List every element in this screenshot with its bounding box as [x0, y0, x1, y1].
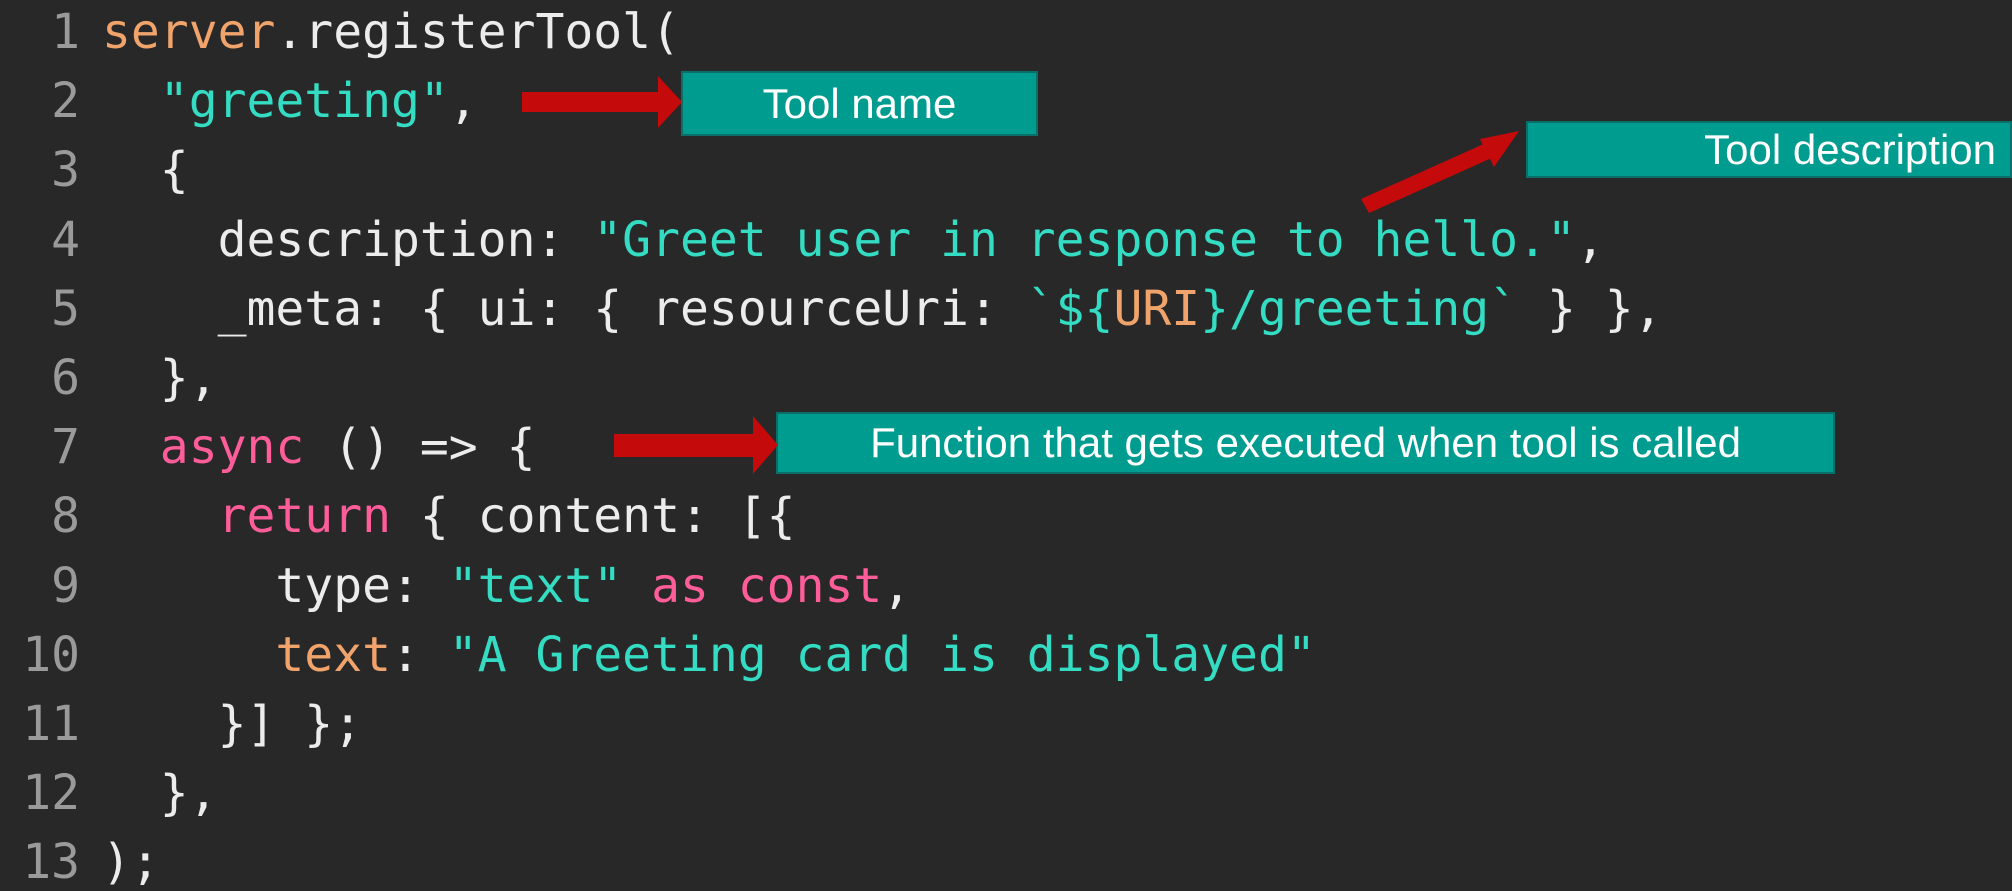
- code-token: },: [102, 765, 218, 822]
- code-token: },: [102, 350, 218, 406]
- code-text: async () => {: [102, 413, 536, 482]
- code-text: _meta: { ui: { resourceUri: `${URI}/gree…: [102, 275, 1663, 344]
- line-number: 10: [22, 626, 80, 683]
- line-number: 13: [22, 834, 80, 891]
- line-number: 9: [51, 557, 80, 614]
- function-callout: Function that gets executed when tool is…: [776, 412, 1835, 474]
- code-token: } },: [1518, 280, 1663, 337]
- code-token: {: [102, 142, 189, 199]
- line-number: 8: [51, 488, 80, 545]
- code-text: );: [102, 828, 160, 891]
- line-number: 1: [51, 4, 80, 60]
- code-token: server: [102, 4, 276, 60]
- code-text: description: "Greet user in response to …: [102, 206, 1605, 275]
- line-number: 3: [51, 142, 80, 199]
- code-token: description:: [102, 211, 594, 268]
- code-token: URI: [1113, 280, 1201, 337]
- code-token: "A Greeting card is displayed": [448, 626, 1316, 683]
- code-token: async: [159, 419, 305, 476]
- code-text: server.registerTool(: [102, 0, 680, 67]
- code-token: { content: [{: [390, 488, 796, 545]
- code-text: }] };: [102, 690, 363, 759]
- tool-description-callout-label: Tool description: [1704, 125, 1996, 173]
- code-token: "text": [448, 557, 623, 614]
- tool-name-callout-label: Tool name: [762, 79, 957, 127]
- code-token: :: [390, 626, 449, 683]
- tool-name-callout: Tool name: [681, 71, 1038, 136]
- code-token: () => {: [304, 419, 536, 476]
- line-number: 6: [51, 350, 80, 406]
- code-token: );: [102, 834, 160, 891]
- line-number: 11: [22, 696, 80, 752]
- line-number: 4: [51, 211, 80, 268]
- code-token: ,: [882, 557, 912, 614]
- code-text: },: [102, 344, 218, 413]
- code-token: text: [275, 626, 391, 683]
- tool-description-callout: Tool description: [1526, 121, 2012, 178]
- code-token: ,: [448, 73, 478, 130]
- code-text: },: [102, 759, 218, 828]
- code-token: "Greet user in response to hello.": [593, 211, 1576, 268]
- code-token: }/greeting`: [1200, 280, 1519, 337]
- function-callout-label: Function that gets executed when tool is…: [870, 419, 1741, 466]
- line-number: 12: [22, 765, 80, 822]
- code-text: {: [102, 136, 189, 205]
- code-text: type: "text" as const,: [102, 552, 911, 621]
- code-text: text: "A Greeting card is displayed": [102, 621, 1316, 690]
- code-token: .registerTool(: [275, 4, 680, 60]
- line-number: 2: [51, 73, 80, 130]
- code-token: `${: [1026, 280, 1114, 337]
- code-token: as const: [651, 557, 883, 614]
- code-token: _meta: { ui: { resourceUri:: [102, 280, 1027, 337]
- code-token: type:: [102, 557, 449, 614]
- line-number: 7: [51, 419, 80, 476]
- line-number: 5: [51, 280, 80, 337]
- code-token: ,: [1575, 211, 1605, 268]
- code-text: "greeting",: [102, 67, 478, 136]
- code-token: }] };: [102, 696, 363, 752]
- code-text: return { content: [{: [102, 482, 796, 551]
- code-token: "greeting": [159, 73, 449, 130]
- code-token: return: [217, 488, 391, 545]
